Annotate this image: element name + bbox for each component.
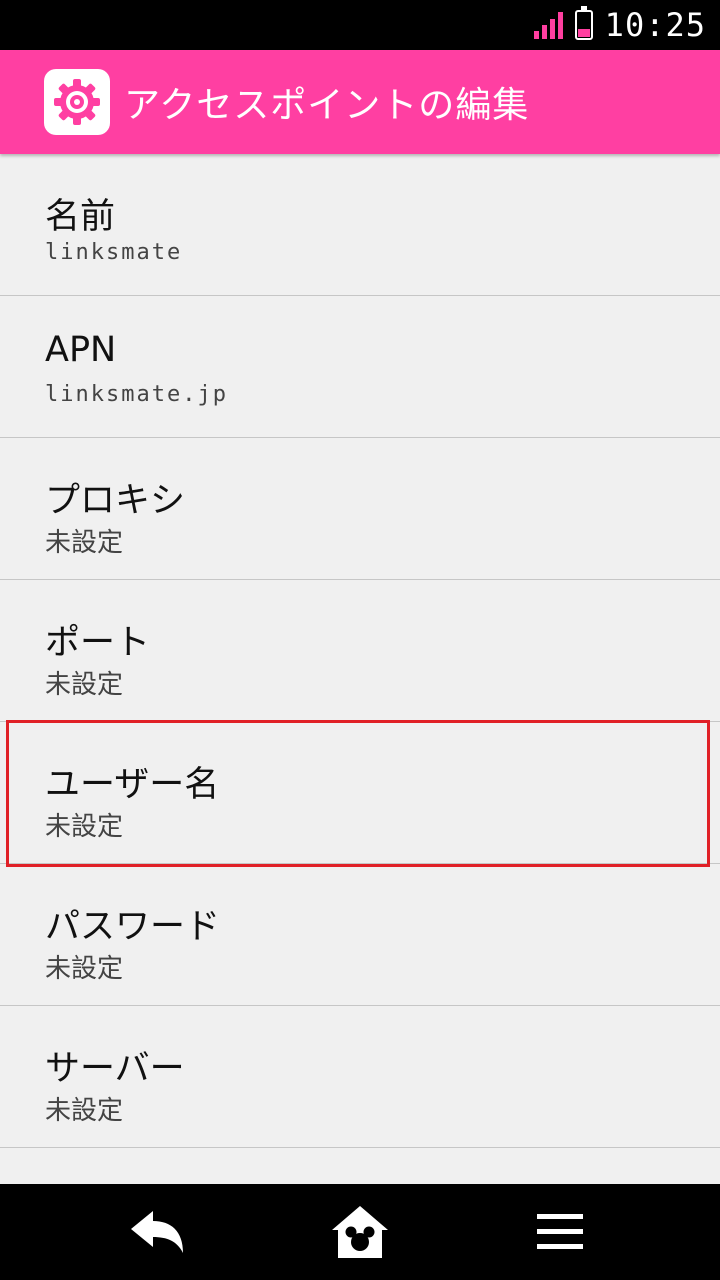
home-icon (332, 1206, 388, 1258)
list-item-title: 名前 (45, 197, 116, 237)
list-item-password[interactable]: パスワード 未設定 (0, 864, 720, 1006)
list-item-value: 未設定 (45, 1096, 124, 1126)
list-item-title: ポート (45, 623, 151, 663)
list-item-name[interactable]: 名前 linksmate (0, 154, 720, 296)
list-item-value: 未設定 (45, 528, 124, 558)
list-item-username[interactable]: ユーザー名 未設定 (0, 722, 720, 864)
list-item-port[interactable]: ポート 未設定 (0, 580, 720, 722)
apn-settings-list: 名前 linksmate APN linksmate.jp プロキシ 未設定 ポ… (0, 154, 720, 1148)
home-button[interactable] (280, 1184, 440, 1280)
list-item-title: サーバー (45, 1049, 185, 1089)
signal-icon (533, 11, 563, 39)
back-button[interactable] (77, 1184, 237, 1280)
list-item-title: プロキシ (45, 481, 186, 521)
list-item-title: ユーザー名 (45, 765, 220, 805)
app-bar: アクセスポイントの編集 (0, 50, 720, 154)
menu-button[interactable] (480, 1184, 640, 1280)
status-bar: 10:25 (0, 0, 720, 50)
list-item-proxy[interactable]: プロキシ 未設定 (0, 438, 720, 580)
list-item-value: 未設定 (45, 954, 124, 984)
clock: 10:25 (604, 6, 706, 44)
status-icons: 10:25 (533, 0, 706, 50)
navigation-bar (0, 1184, 720, 1280)
list-item-value: linksmate (45, 240, 183, 265)
list-item-title: APN (45, 330, 117, 370)
back-arrow-icon (131, 1211, 183, 1253)
battery-icon (574, 6, 593, 40)
settings-gear-icon (44, 69, 110, 135)
list-item-server[interactable]: サーバー 未設定 (0, 1006, 720, 1148)
menu-icon (537, 1214, 583, 1249)
page-title: アクセスポイントの編集 (124, 85, 530, 126)
list-item-value: linksmate.jp (45, 382, 228, 407)
list-item-apn[interactable]: APN linksmate.jp (0, 296, 720, 438)
list-item-title: パスワード (45, 907, 221, 947)
list-item-value: 未設定 (45, 670, 124, 700)
list-item-value: 未設定 (45, 812, 124, 842)
